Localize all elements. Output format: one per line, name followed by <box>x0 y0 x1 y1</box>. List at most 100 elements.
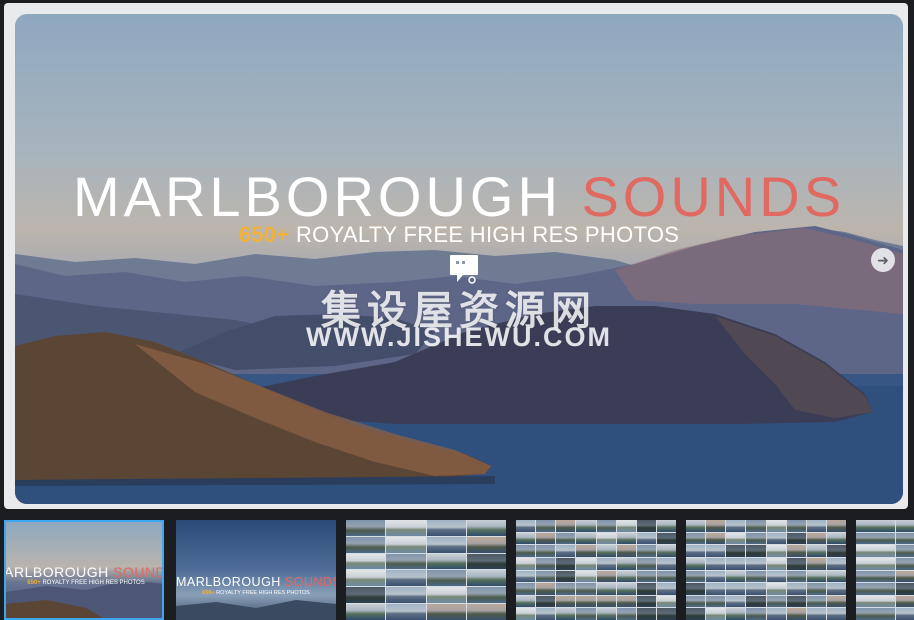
grid-photo <box>686 532 706 545</box>
grid-photo <box>806 595 826 608</box>
hero-subtitle: 650+ ROYALTY FREE HIGH RES PHOTOS <box>15 222 903 248</box>
thumbnail-6[interactable] <box>856 520 914 620</box>
grid-photo <box>856 557 896 570</box>
photo-grid-5 <box>686 520 846 620</box>
grid-photo <box>636 595 656 608</box>
thumbnail-5[interactable] <box>686 520 846 620</box>
thumbnail-2-sub-count: 650+ <box>202 590 215 596</box>
grid-photo <box>596 583 616 595</box>
grid-photo <box>536 545 556 557</box>
grid-photo <box>556 583 576 595</box>
grid-photo <box>746 520 766 532</box>
grid-photo <box>896 532 914 545</box>
hero-title: MARLBOROUGH SOUNDS <box>15 164 903 229</box>
grid-photo <box>856 570 896 583</box>
hero-title-accent: SOUNDS <box>581 165 846 228</box>
grid-photo <box>726 545 746 557</box>
grid-photo <box>706 545 726 557</box>
grid-photo <box>596 570 616 583</box>
grid-photo <box>636 570 656 583</box>
grid-photo <box>636 520 656 532</box>
grid-photo <box>726 583 746 595</box>
grid-photo <box>826 532 846 545</box>
grid-photo <box>706 532 726 545</box>
grid-photo <box>656 595 676 608</box>
grid-photo <box>346 604 386 620</box>
thumbnail-3[interactable] <box>346 520 506 620</box>
grid-photo <box>576 557 596 570</box>
grid-photo <box>786 520 806 532</box>
grid-photo <box>616 595 636 608</box>
grid-photo <box>896 608 914 620</box>
grid-photo <box>576 520 596 532</box>
grid-photo <box>746 570 766 583</box>
grid-photo <box>766 545 786 557</box>
grid-photo <box>686 545 706 557</box>
grid-photo <box>596 532 616 545</box>
grid-photo <box>826 608 846 620</box>
grid-photo <box>516 583 536 595</box>
grid-photo <box>856 545 896 557</box>
thumbnail-2-sub-text: ROYALTY FREE HIGH RES PHOTOS <box>216 590 310 596</box>
grid-photo <box>516 557 536 570</box>
grid-photo <box>616 545 636 557</box>
hero-title-main: MARLBOROUGH <box>72 165 562 228</box>
grid-photo <box>556 595 576 608</box>
grid-photo <box>466 587 506 604</box>
grid-photo <box>706 520 726 532</box>
grid-photo <box>746 557 766 570</box>
grid-photo <box>516 595 536 608</box>
thumbnail-2-title-accent: SOUNDS <box>284 575 336 589</box>
grid-photo <box>856 520 896 532</box>
grid-photo <box>766 532 786 545</box>
grid-photo <box>516 532 536 545</box>
grid-photo <box>706 595 726 608</box>
grid-photo <box>766 608 786 620</box>
grid-photo <box>786 545 806 557</box>
next-slide-button[interactable]: ➜ <box>871 248 895 272</box>
thumbnail-4[interactable] <box>516 520 676 620</box>
grid-photo <box>576 608 596 620</box>
grid-photo <box>786 570 806 583</box>
grid-photo <box>536 570 556 583</box>
photo-grid-3 <box>346 520 506 620</box>
grid-photo <box>386 553 426 570</box>
grid-photo <box>346 570 386 587</box>
grid-photo <box>726 595 746 608</box>
grid-photo <box>576 583 596 595</box>
grid-photo <box>346 553 386 570</box>
grid-photo <box>466 536 506 553</box>
grid-photo <box>616 570 636 583</box>
grid-photo <box>746 583 766 595</box>
grid-photo <box>466 553 506 570</box>
grid-photo <box>616 583 636 595</box>
grid-photo <box>556 570 576 583</box>
grid-photo <box>806 557 826 570</box>
grid-photo <box>686 520 706 532</box>
grid-photo <box>786 608 806 620</box>
grid-photo <box>656 557 676 570</box>
grid-photo <box>426 604 466 620</box>
grid-photo <box>346 520 386 536</box>
grid-photo <box>466 570 506 587</box>
grid-photo <box>536 583 556 595</box>
grid-photo <box>726 520 746 532</box>
grid-photo <box>596 595 616 608</box>
thumbnail-2[interactable]: MARLBOROUGH SOUNDS 650+ ROYALTY FREE HIG… <box>176 520 336 620</box>
grid-photo <box>786 583 806 595</box>
grid-photo <box>346 587 386 604</box>
thumbnail-1-title: MARLBOROUGH SOUNDS <box>6 564 162 580</box>
grid-photo <box>426 553 466 570</box>
grid-photo <box>346 536 386 553</box>
grid-photo <box>656 608 676 620</box>
grid-photo <box>656 545 676 557</box>
grid-photo <box>726 557 746 570</box>
grid-photo <box>576 545 596 557</box>
grid-photo <box>686 570 706 583</box>
grid-photo <box>706 583 726 595</box>
thumbnail-1-sub-text: ROYALTY FREE HIGH RES PHOTOS <box>42 580 145 586</box>
grid-photo <box>466 520 506 536</box>
grid-photo <box>806 608 826 620</box>
grid-photo <box>426 520 466 536</box>
thumbnail-1[interactable]: MARLBOROUGH SOUNDS 650+ ROYALTY FREE HIG… <box>4 520 164 620</box>
